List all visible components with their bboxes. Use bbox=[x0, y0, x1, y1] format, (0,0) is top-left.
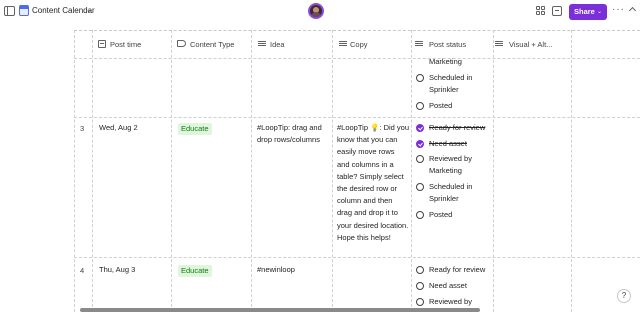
horizontal-scrollbar[interactable] bbox=[80, 308, 480, 312]
row-number: 3 bbox=[80, 124, 85, 133]
status-option-label: Posted bbox=[429, 210, 453, 219]
share-button[interactable]: Share ⌄ bbox=[569, 4, 607, 20]
status-option-label: Marketing bbox=[429, 57, 462, 66]
column-header-label: Post time bbox=[110, 40, 142, 49]
status-option-label: Need asset bbox=[429, 139, 467, 148]
status-option-label: Ready for review bbox=[429, 265, 486, 274]
radio-circle-icon[interactable] bbox=[416, 183, 424, 191]
tag-icon bbox=[177, 40, 186, 47]
radio-circle-icon[interactable] bbox=[416, 74, 424, 82]
radio-circle-icon[interactable] bbox=[416, 102, 424, 110]
post-time-cell[interactable]: Wed, Aug 2 bbox=[99, 122, 171, 134]
row-number: 4 bbox=[80, 266, 85, 275]
column-header-post-time[interactable]: Post time bbox=[96, 31, 170, 58]
column-divider bbox=[493, 30, 494, 312]
row-divider bbox=[74, 117, 640, 118]
collapse-icon[interactable] bbox=[627, 5, 637, 15]
column-divider bbox=[171, 30, 172, 312]
header-divider bbox=[74, 58, 640, 59]
avatar[interactable] bbox=[308, 3, 324, 19]
status-option-label: Scheduled in Sprinkler bbox=[429, 182, 473, 204]
column-header-idea[interactable]: Idea bbox=[255, 31, 331, 58]
column-header-label: Idea bbox=[270, 40, 285, 49]
column-header-label: Visual + Alt... bbox=[509, 40, 553, 49]
radio-circle-icon[interactable] bbox=[416, 298, 424, 306]
column-header-label: Content Type bbox=[190, 40, 235, 49]
more-options-button[interactable]: ··· bbox=[612, 4, 625, 15]
post-time-cell[interactable]: Thu, Aug 3 bbox=[99, 264, 171, 276]
share-button-label: Share bbox=[574, 7, 595, 16]
radio-circle-icon[interactable] bbox=[416, 266, 424, 274]
calendar-icon bbox=[19, 5, 29, 16]
status-option-label: Reviewed by Marketing bbox=[429, 154, 472, 176]
status-option-label: Reviewed by bbox=[429, 297, 472, 306]
status-option-label: Need asset bbox=[429, 281, 467, 290]
radio-circle-icon[interactable] bbox=[416, 211, 424, 219]
text-icon bbox=[258, 40, 266, 48]
radio-circle-icon[interactable] bbox=[416, 282, 424, 290]
help-button[interactable]: ? bbox=[617, 289, 631, 303]
content-type-badge[interactable]: Educate bbox=[178, 265, 212, 277]
chevron-down-icon[interactable]: ⌄ bbox=[86, 6, 92, 14]
chevron-down-icon: ⌄ bbox=[596, 9, 602, 15]
content-type-badge[interactable]: Educate bbox=[178, 123, 212, 135]
status-option-label: Scheduled in Sprinkler bbox=[429, 73, 473, 95]
grid-icon bbox=[98, 40, 106, 48]
status-option-label: Posted bbox=[429, 101, 453, 110]
checked-circle-icon[interactable] bbox=[416, 140, 424, 148]
copy-cell[interactable]: #LoopTip 💡: Did you know that you can ea… bbox=[337, 122, 409, 244]
apps-icon[interactable] bbox=[536, 6, 546, 16]
idea-cell[interactable]: #LoopTip: drag and drop rows/columns bbox=[257, 122, 333, 146]
column-header-content-type[interactable]: Content Type bbox=[175, 31, 250, 58]
column-divider bbox=[74, 30, 75, 312]
column-header-label: Copy bbox=[350, 40, 368, 49]
radio-circle-icon[interactable] bbox=[416, 155, 424, 163]
column-header-visual-alt[interactable]: Visual + Alt... bbox=[495, 31, 575, 58]
status-option-label: Ready for review bbox=[429, 123, 486, 132]
top-bar: Content Calendar ⌄ Share ⌄ ··· bbox=[0, 0, 640, 24]
column-divider bbox=[92, 30, 93, 312]
text-icon bbox=[415, 40, 423, 48]
column-divider bbox=[251, 30, 252, 312]
column-header-post-status[interactable]: Post status bbox=[415, 31, 492, 58]
row-divider bbox=[74, 257, 640, 258]
sidebar-toggle-icon[interactable] bbox=[4, 6, 15, 16]
column-divider bbox=[411, 30, 412, 312]
text-icon bbox=[339, 40, 347, 48]
column-divider bbox=[571, 30, 572, 312]
column-header-copy[interactable]: Copy bbox=[336, 31, 410, 58]
column-header-label: Post status bbox=[429, 40, 467, 49]
idea-cell[interactable]: #newinloop bbox=[257, 264, 333, 276]
checked-circle-icon[interactable] bbox=[416, 124, 424, 132]
comment-icon[interactable] bbox=[552, 6, 562, 16]
text-icon bbox=[495, 40, 503, 48]
